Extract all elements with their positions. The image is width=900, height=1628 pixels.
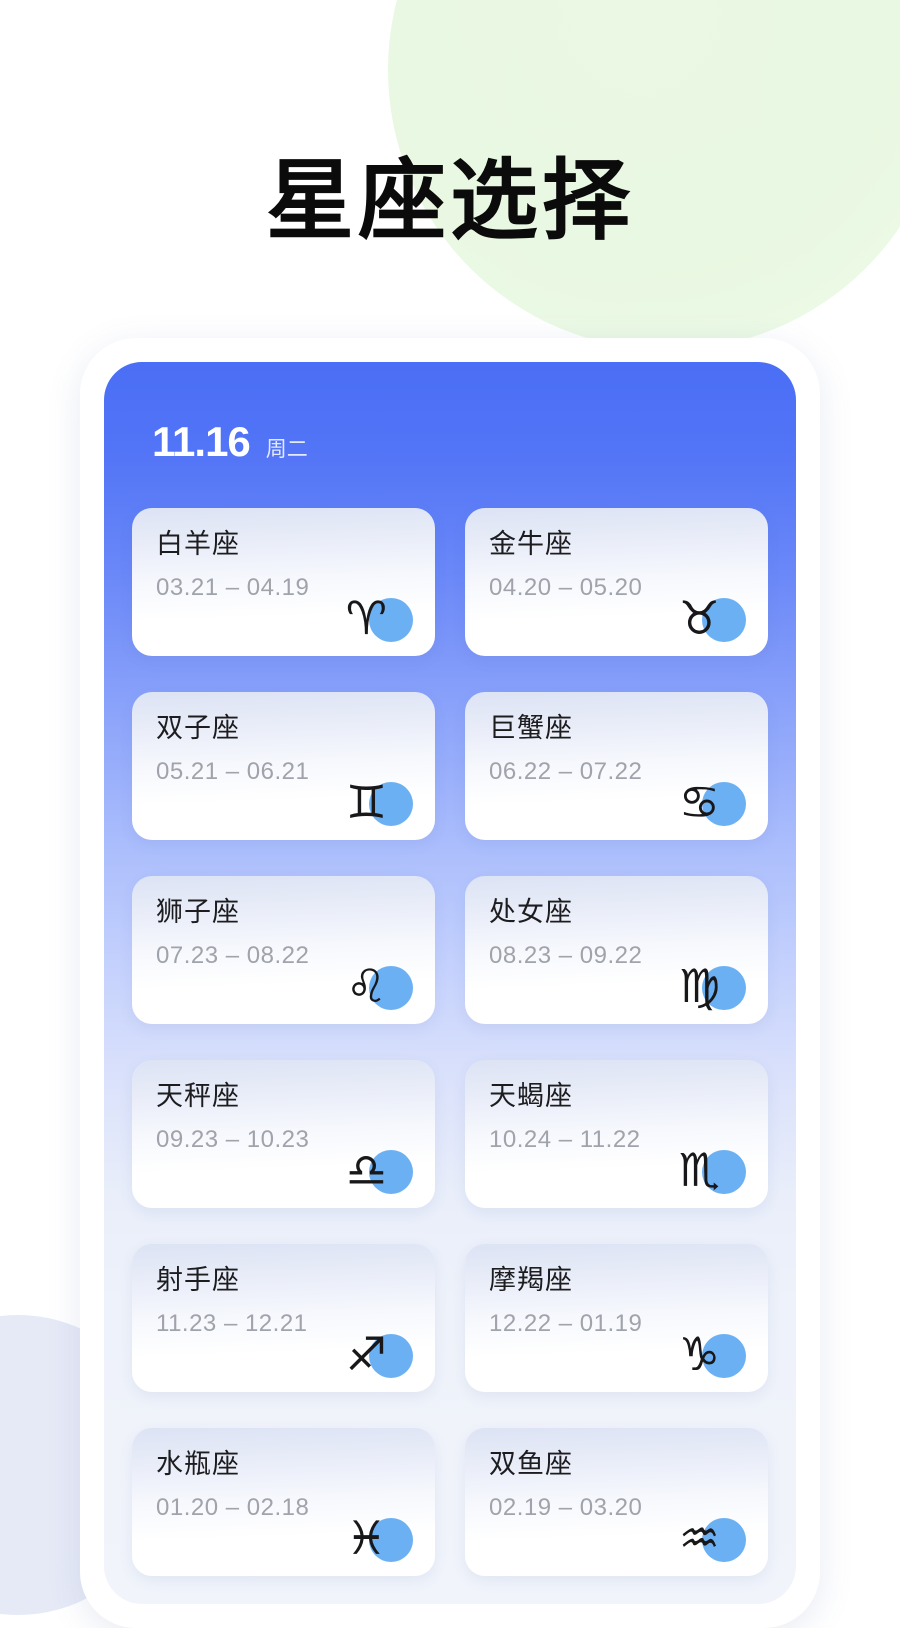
zodiac-card[interactable]: 水瓶座 01.20 – 02.18 ♓ — [132, 1428, 435, 1576]
zodiac-card-name: 摩羯座 — [489, 1265, 573, 1295]
zodiac-card[interactable]: 狮子座 07.23 – 08.22 ♌ — [132, 876, 435, 1024]
phone-screen: 11.16 周二 白羊座 03.21 – 04.19 ♈ 金牛座 04.20 – 05.… — [104, 362, 796, 1604]
zodiac-card[interactable]: 射手座 11.23 – 12.21 ♐ — [132, 1244, 435, 1392]
libra-symbol-icon: ♎ — [345, 1143, 387, 1197]
zodiac-card-name: 射手座 — [156, 1265, 240, 1295]
zodiac-symbol-group: ♉ — [668, 591, 746, 648]
zodiac-card-name: 金牛座 — [489, 529, 573, 559]
zodiac-symbol-group: ♎ — [335, 1143, 413, 1200]
zodiac-symbol-group: ♋ — [668, 775, 746, 832]
taurus-symbol-icon: ♉ — [678, 591, 720, 645]
zodiac-symbol-group: ♑ — [668, 1327, 746, 1384]
zodiac-card[interactable]: 金牛座 04.20 – 05.20 ♉ — [465, 508, 768, 656]
aries-symbol-icon: ♈ — [345, 591, 387, 645]
zodiac-card-grid: 白羊座 03.21 – 04.19 ♈ 金牛座 04.20 – 05.20 ♉ 双子座 05.… — [104, 508, 796, 1576]
zodiac-card-name: 白羊座 — [156, 529, 240, 559]
zodiac-card[interactable]: 双鱼座 02.19 – 03.20 ♒ — [465, 1428, 768, 1576]
header-weekday: 周二 — [265, 438, 308, 461]
zodiac-symbol-group: ♈ — [335, 591, 413, 648]
zodiac-card[interactable]: 摩羯座 12.22 – 01.19 ♑ — [465, 1244, 768, 1392]
zodiac-card[interactable]: 白羊座 03.21 – 04.19 ♈ — [132, 508, 435, 656]
leo-symbol-icon: ♌ — [345, 959, 387, 1013]
aquarius-symbol-icon: ♒ — [678, 1511, 720, 1565]
capricorn-symbol-icon: ♑ — [678, 1327, 720, 1381]
zodiac-card[interactable]: 处女座 08.23 – 09.22 ♍ — [465, 876, 768, 1024]
zodiac-card-name: 双子座 — [156, 713, 240, 743]
cancer-symbol-icon: ♋ — [678, 775, 720, 829]
zodiac-card[interactable]: 双子座 05.21 – 06.21 ♊ — [132, 692, 435, 840]
zodiac-symbol-group: ♒ — [668, 1511, 746, 1568]
zodiac-symbol-group: ♍ — [668, 959, 746, 1016]
zodiac-card[interactable]: 天秤座 09.23 – 10.23 ♎ — [132, 1060, 435, 1208]
scorpio-symbol-icon: ♏ — [678, 1143, 720, 1197]
gemini-symbol-icon: ♊ — [345, 775, 387, 829]
zodiac-symbol-group: ♌ — [335, 959, 413, 1016]
zodiac-card-name: 水瓶座 — [156, 1449, 240, 1479]
sagittarius-symbol-icon: ♐ — [345, 1327, 387, 1381]
zodiac-card[interactable]: 巨蟹座 06.22 – 07.22 ♋ — [465, 692, 768, 840]
phone-frame: 11.16 周二 白羊座 03.21 – 04.19 ♈ 金牛座 04.20 – 05.… — [80, 338, 820, 1628]
pisces-symbol-icon: ♓ — [345, 1511, 387, 1565]
zodiac-symbol-group: ♊ — [335, 775, 413, 832]
virgo-symbol-icon: ♍ — [678, 959, 720, 1013]
zodiac-symbol-group: ♏ — [668, 1143, 746, 1200]
zodiac-card-name: 处女座 — [489, 897, 573, 927]
header-date: 11.16 — [152, 418, 251, 465]
zodiac-card-name: 天秤座 — [156, 1081, 240, 1111]
zodiac-card-name: 天蝎座 — [489, 1081, 573, 1111]
zodiac-symbol-group: ♓ — [335, 1511, 413, 1568]
zodiac-card-name: 狮子座 — [156, 897, 240, 927]
zodiac-symbol-group: ♐ — [335, 1327, 413, 1384]
zodiac-card-name: 巨蟹座 — [489, 713, 573, 743]
zodiac-card[interactable]: 天蝎座 10.24 – 11.22 ♏ — [465, 1060, 768, 1208]
page-title: 星座选择 — [265, 151, 634, 250]
screen-header: 11.16 周二 — [104, 362, 796, 466]
zodiac-card-name: 双鱼座 — [489, 1449, 573, 1479]
